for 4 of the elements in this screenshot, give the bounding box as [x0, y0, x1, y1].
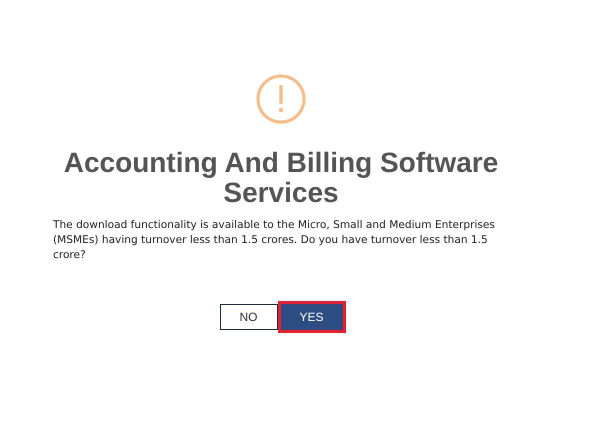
- dialog-title: Accounting And Billing Software Services: [62, 148, 500, 208]
- dialog-message: The download functionality is available to the Micro, Small and Medium Enterprises (MSMEs) having turnover less than 1.5 crores. Do you have turnover less than 1.5 crore?: [53, 218, 496, 263]
- warning-icon: [256, 74, 306, 124]
- cancel-button[interactable]: NO: [220, 304, 278, 330]
